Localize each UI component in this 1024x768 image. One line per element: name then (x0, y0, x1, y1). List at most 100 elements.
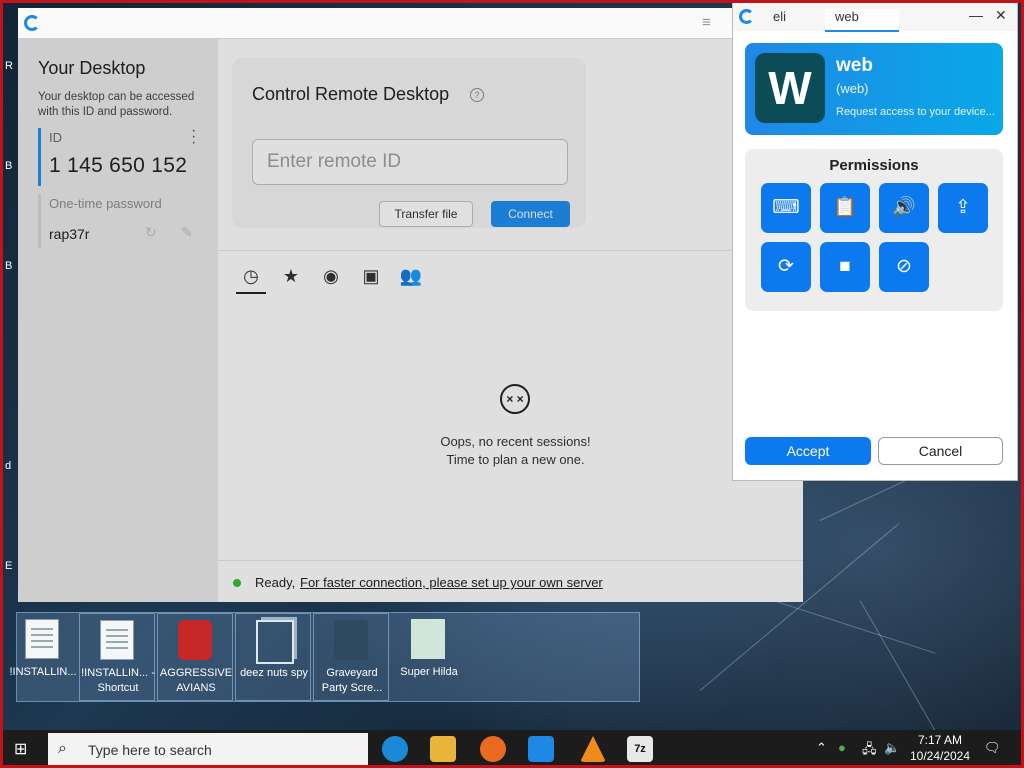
windows-start-icon[interactable]: ⊞ (14, 741, 32, 759)
id-value[interactable]: 1 145 650 152 (49, 154, 187, 178)
main-content: Control Remote Desktop ? Transfer file C… (218, 38, 803, 602)
help-icon[interactable]: ? (470, 88, 484, 102)
connect-button[interactable]: Connect (491, 201, 570, 227)
setup-server-link[interactable]: For faster connection, please set up you… (300, 575, 603, 590)
status-ready: Ready, (255, 575, 296, 590)
desktop-icon-label: deez nuts spy (240, 667, 308, 679)
desktop-icon-label: Graveyard Party Scre... (321, 667, 383, 694)
desktop-icon-installing-shortcut[interactable]: !INSTALLIN... - Shortcut (79, 613, 155, 701)
refresh-password-icon[interactable]: ↻ (145, 224, 157, 241)
popup-tab-eli[interactable]: eli (773, 9, 786, 24)
recording-permission-icon[interactable]: ■ (820, 242, 870, 292)
remote-id-input[interactable] (252, 139, 568, 185)
edit-password-icon[interactable]: ✎ (181, 224, 193, 241)
popup-tab-web[interactable]: web (825, 9, 899, 32)
id-more-icon[interactable]: · · · (191, 123, 196, 151)
empty-line-2: Time to plan a new one. (446, 452, 585, 467)
popup-titlebar: eli web — ✕ (733, 3, 1017, 32)
favorites-tab-icon[interactable]: ★ (276, 262, 306, 292)
address-book-tab-icon[interactable]: ▣ (356, 262, 386, 292)
notifications-icon[interactable]: 🗨 (984, 740, 1001, 756)
desktop-icon-deez-nuts-spy[interactable]: deez nuts spy (235, 613, 311, 701)
client-name: web (836, 55, 873, 76)
divider (218, 250, 803, 251)
user-status-icon[interactable]: ● (838, 740, 846, 755)
password-value[interactable]: rap37r (49, 226, 89, 242)
client-avatar: W (755, 53, 825, 123)
edge-icon[interactable] (382, 736, 408, 762)
permissions-panel: Permissions ⌨ 📋 🔊 ⇪ ⟳ ■ ⊘ (745, 149, 1003, 311)
cancel-button[interactable]: Cancel (878, 437, 1003, 465)
search-placeholder: Type here to search (88, 742, 212, 758)
rustdesk-main-window: ≡ Your Desktop Your desktop can be acces… (18, 8, 803, 602)
block-input-permission-icon[interactable]: ⊘ (879, 242, 929, 292)
permissions-title: Permissions (829, 157, 919, 174)
show-hidden-icons-icon[interactable]: ⌃ (816, 740, 827, 756)
desktop-icon-installing[interactable]: !INSTALLIN... (5, 613, 79, 701)
discovered-tab-icon[interactable]: ◉ (316, 262, 346, 292)
document-icon (25, 619, 59, 659)
group-tab-icon[interactable]: 👥 (396, 262, 426, 292)
status-bar: Ready, For faster connection, please set… (218, 560, 803, 603)
game-icon (334, 620, 368, 660)
desktop-icon-label: AGGRESSIVE AVIANS (159, 667, 233, 694)
clock-time: 7:17 AM (917, 733, 963, 747)
file-explorer-icon[interactable] (430, 736, 456, 762)
connection-popup: eli web — ✕ W web (web) Request access t… (732, 2, 1018, 481)
client-sub: (web) (836, 81, 869, 96)
document-icon (100, 620, 134, 660)
network-icon[interactable]: 🖧 (862, 740, 877, 762)
main-titlebar: ≡ (18, 8, 803, 39)
empty-line-1: Oops, no recent sessions! (440, 434, 591, 449)
desktop-icon-graveyard-party[interactable]: Graveyard Party Scre... (313, 613, 389, 701)
sidebar-description: Your desktop can be accessed with this I… (38, 91, 195, 118)
id-block: ID · · · 1 145 650 152 (38, 123, 201, 186)
sad-face-icon: × × (500, 384, 530, 414)
password-label: One-time password (49, 196, 162, 211)
clipboard-permission-icon[interactable]: 📋 (820, 183, 870, 233)
control-remote-title: Control Remote Desktop (252, 84, 450, 104)
recent-sessions-tab-icon[interactable]: ◷ (236, 262, 266, 294)
vlc-icon[interactable] (580, 736, 606, 762)
sidebar-title: Your Desktop (38, 58, 146, 78)
rustdesk-logo-icon (24, 15, 40, 31)
password-block: One-time password rap37r ↻ ✎ (38, 194, 201, 248)
search-icon: ⌕ (58, 740, 67, 757)
volume-icon[interactable]: 🔈 (884, 740, 900, 756)
transfer-file-button[interactable]: Transfer file (379, 201, 473, 227)
taskbar-search[interactable]: ⌕ Type here to search (48, 733, 368, 765)
clock-date: 10/24/2024 (909, 749, 971, 763)
desktop-icon-super-hilda[interactable]: Super Hilda (391, 613, 467, 701)
taskbar-clock[interactable]: 7:17 AM 10/24/2024 (905, 732, 975, 764)
desktop-icon-selection: !INSTALLIN... !INSTALLIN... - Shortcut A… (9, 612, 640, 702)
rustdesk-logo-icon (739, 9, 754, 24)
accept-button[interactable]: Accept (745, 437, 871, 465)
desktop-icon-label: Super Hilda (400, 666, 458, 678)
restart-permission-icon[interactable]: ⟳ (761, 242, 811, 292)
7zip-icon[interactable]: 7z (627, 736, 653, 762)
rustdesk-taskbar-icon[interactable] (528, 736, 554, 762)
taskbar: ⊞ ⌕ Type here to search 7z ⌃ ● 🖧 🔈 7:17 … (0, 730, 1024, 768)
keyboard-permission-icon[interactable]: ⌨ (761, 183, 811, 233)
desktop-icon-label: !INSTALLIN... - Shortcut (81, 667, 155, 694)
status-dot-icon (233, 579, 241, 587)
game-icon (178, 620, 212, 660)
client-request-text: Request access to your device... (836, 106, 995, 118)
desktop-left-edge: RB BdE (5, 60, 13, 572)
desktop-icon-aggressive-avians[interactable]: AGGRESSIVE AVIANS (157, 613, 233, 701)
session-tabs: ◷ ★ ◉ ▣ 👥 (236, 262, 436, 294)
firefox-icon[interactable] (480, 736, 506, 762)
sidebar: Your Desktop Your desktop can be accesse… (18, 38, 218, 602)
game-icon (411, 619, 445, 659)
close-icon[interactable]: ✕ (995, 7, 1007, 24)
desktop-icon-label: !INSTALLIN... (9, 666, 77, 678)
shortcut-icon (256, 620, 294, 664)
menu-icon[interactable]: ≡ (702, 14, 711, 31)
empty-state-text: Oops, no recent sessions! Time to plan a… (418, 433, 613, 469)
audio-permission-icon[interactable]: 🔊 (879, 183, 929, 233)
file-transfer-permission-icon[interactable]: ⇪ (938, 183, 988, 233)
control-remote-card: Control Remote Desktop ? Transfer file C… (232, 58, 586, 228)
minimize-icon[interactable]: — (969, 7, 983, 23)
id-label: ID (49, 130, 62, 145)
client-card: W web (web) Request access to your devic… (745, 43, 1003, 135)
